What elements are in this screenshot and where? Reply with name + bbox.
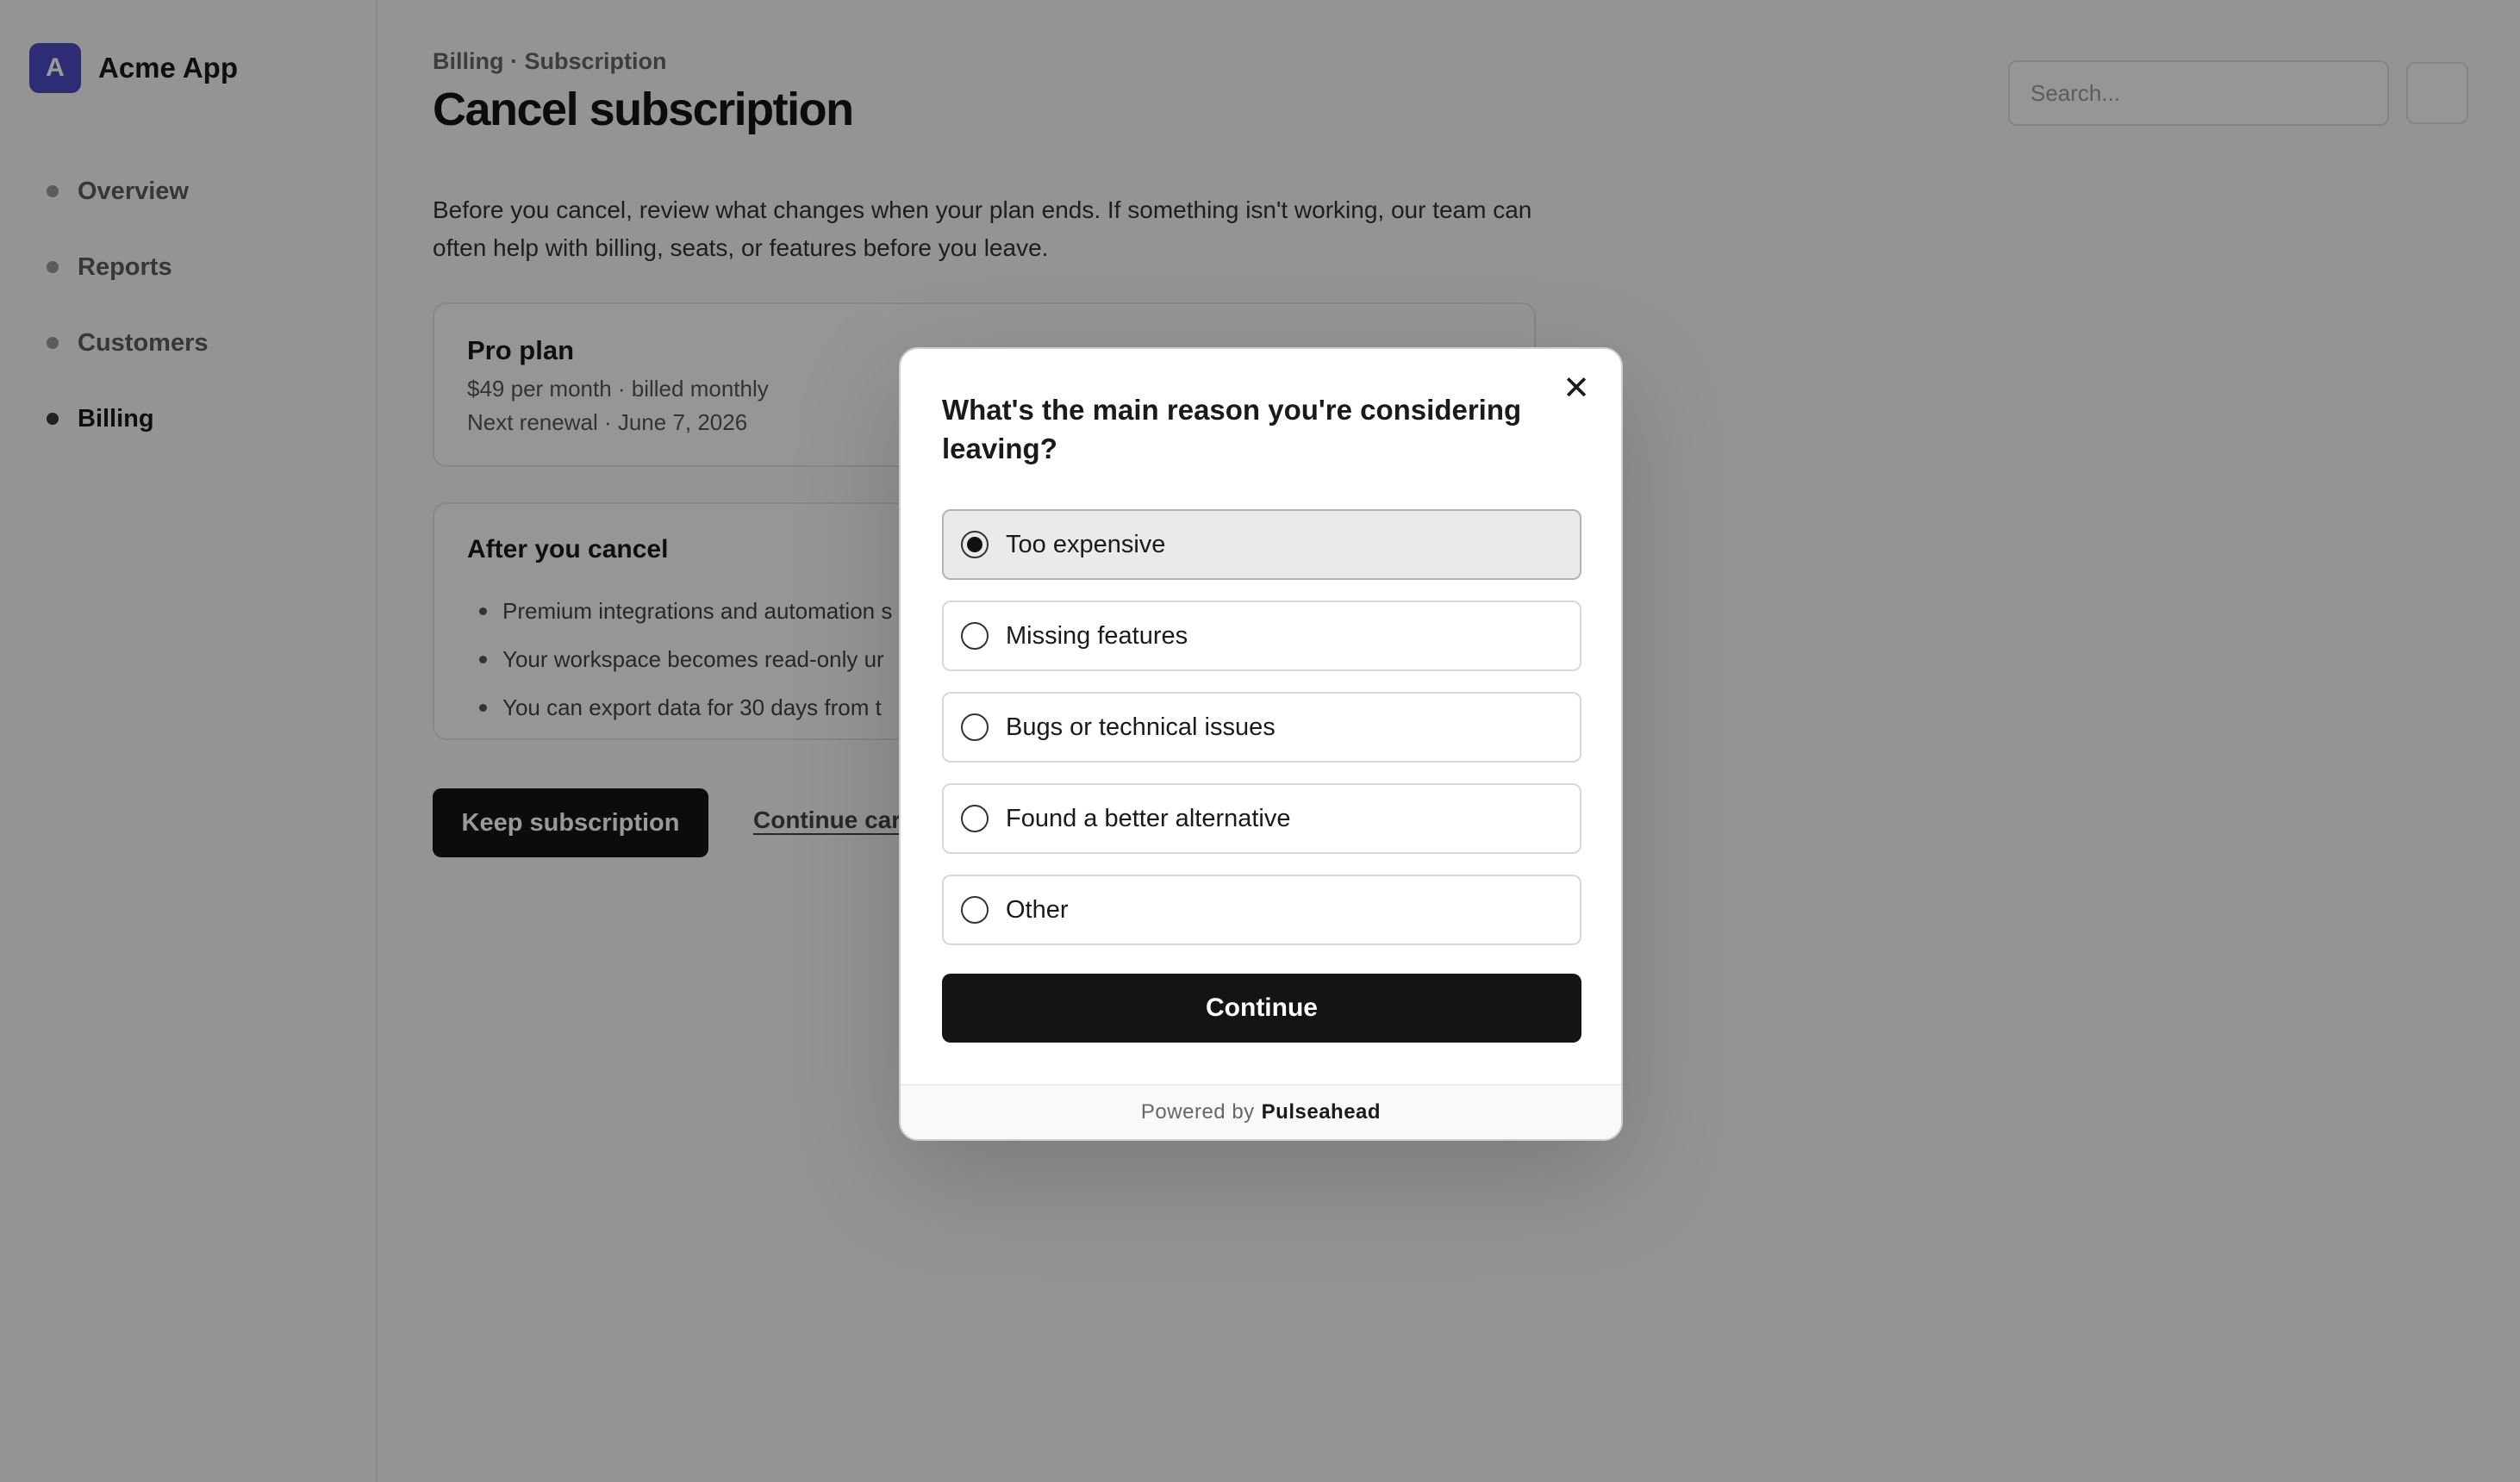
- radio-icon[interactable]: [961, 622, 989, 650]
- radio-dot: [967, 537, 982, 552]
- close-icon[interactable]: ✕: [1557, 370, 1595, 408]
- modal-footer: Powered by Pulseahead: [901, 1084, 1621, 1139]
- modal-question: What's the main reason you're considerin…: [942, 394, 1522, 464]
- reason-option-missing-features[interactable]: Missing features: [942, 601, 1581, 671]
- option-label: Bugs or technical issues: [1006, 713, 1276, 741]
- reason-option-bugs[interactable]: Bugs or technical issues: [942, 692, 1581, 763]
- cancel-reason-modal: ✕ What's the main reason you're consider…: [899, 347, 1623, 1141]
- reason-option-too-expensive[interactable]: Too expensive: [942, 509, 1581, 580]
- reason-options: Too expensive Missing features Bugs or t…: [942, 509, 1581, 966]
- reason-option-other[interactable]: Other: [942, 875, 1581, 945]
- radio-icon[interactable]: [961, 713, 989, 741]
- continue-button[interactable]: Continue: [942, 974, 1581, 1043]
- radio-icon[interactable]: [961, 896, 989, 924]
- option-label: Too expensive: [1006, 530, 1166, 558]
- footer-brand-link[interactable]: Pulseahead: [1262, 1100, 1381, 1124]
- footer-prefix: Powered by: [1140, 1100, 1255, 1124]
- option-label: Missing features: [1006, 621, 1188, 650]
- reason-option-better-alternative[interactable]: Found a better alternative: [942, 783, 1581, 854]
- option-label: Found a better alternative: [1006, 804, 1291, 832]
- option-label: Other: [1006, 895, 1069, 924]
- radio-icon[interactable]: [961, 805, 989, 832]
- radio-selected-icon[interactable]: [961, 531, 989, 558]
